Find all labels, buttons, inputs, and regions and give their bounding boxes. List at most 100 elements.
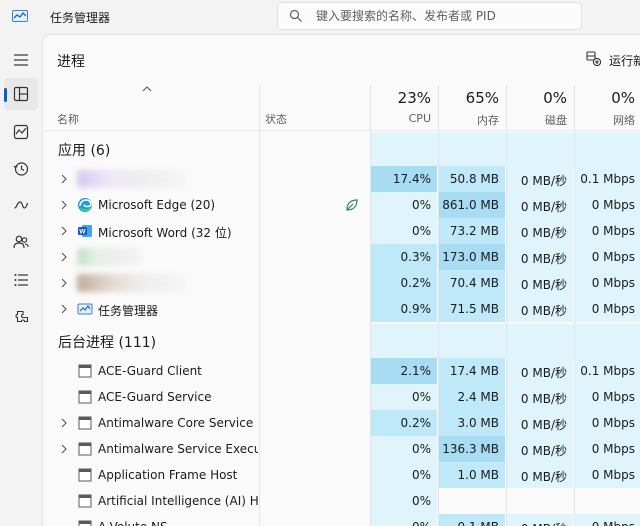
cell-net: 0 Mbps <box>574 462 640 488</box>
process-row[interactable]: Artificial Intelligence (AI) H... 0% <box>43 488 640 514</box>
process-row[interactable]: 17.4% 50.8 MB 0 MB/秒 0.1 Mbps <box>43 166 640 192</box>
cell-disk: 0 MB/秒 <box>506 244 573 270</box>
process-name: Artificial Intelligence (AI) H... <box>98 494 258 508</box>
redacted-app-name <box>77 170 185 188</box>
startup-icon <box>14 201 29 209</box>
cell-mem: 0.1 MB <box>438 514 505 526</box>
section-header[interactable]: 应用 (6) <box>58 140 110 160</box>
cell-mem: 73.2 MB <box>438 218 505 244</box>
cell-mem: 71.5 MB <box>438 296 505 322</box>
processes-icon <box>13 86 29 102</box>
process-row[interactable]: 任务管理器 0.9% 71.5 MB 0 MB/秒 0 Mbps <box>43 296 640 322</box>
hamburger-icon <box>14 54 28 66</box>
disk-total-percent: 0% <box>543 89 567 107</box>
process-name: A-Volute.NS <box>98 520 258 526</box>
column-divider <box>506 85 507 526</box>
cpu-total-percent: 23% <box>397 89 431 107</box>
users-icon <box>13 235 29 249</box>
process-row[interactable]: ACE-Guard Client 2.1% 17.4 MB 0 MB/秒 0.1 Mbp… <box>43 358 640 384</box>
nav-users[interactable] <box>4 226 38 258</box>
search-input[interactable] <box>316 6 576 26</box>
section-header-fill <box>370 132 640 166</box>
cell-mem: 1.0 MB <box>438 462 505 488</box>
process-row[interactable]: A-Volute.NS 0%0.1 MB0 MB/秒0 Mbps <box>43 514 640 526</box>
edge-icon <box>77 197 93 213</box>
cell-cpu: 0.3% <box>370 244 437 270</box>
redacted-app-name <box>77 274 185 292</box>
service-window-icon <box>77 519 93 526</box>
process-row[interactable]: Antimalware Core Service 0.2% 3.0 MB 0 MB/秒… <box>43 410 640 436</box>
cell-mem: 50.8 MB <box>438 166 505 192</box>
nav-startup[interactable] <box>4 189 38 221</box>
run-task-label: 运行新 <box>609 54 640 68</box>
efficiency-mode-leaf-icon <box>346 199 358 211</box>
chevron-right-icon[interactable] <box>61 418 67 428</box>
chevron-right-icon[interactable] <box>61 444 67 454</box>
nav-performance[interactable] <box>4 116 38 148</box>
navigation-rail <box>0 34 42 526</box>
process-row[interactable]: Application Frame Host 0% 1.0 MB 0 MB/秒 0 Mb… <box>43 462 640 488</box>
cell-cpu: 0% <box>370 192 437 218</box>
chevron-right-icon[interactable] <box>61 304 67 314</box>
column-divider <box>370 85 371 526</box>
cell-mem: 17.4 MB <box>438 358 505 384</box>
cell-cpu: 0% <box>370 436 437 462</box>
nav-app-history[interactable] <box>4 153 38 185</box>
service-window-icon <box>77 389 93 405</box>
column-name[interactable]: 名称 <box>57 111 79 127</box>
cell-cpu: 2.1% <box>370 358 437 384</box>
process-row[interactable]: ACE-Guard Service 0% 2.4 MB 0 MB/秒 0 Mbps <box>43 384 640 410</box>
cell-disk: 0 MB/秒 <box>506 270 573 296</box>
cell-cpu: 0% <box>370 488 437 514</box>
process-name: ACE-Guard Service <box>98 390 212 404</box>
column-memory[interactable]: 65% 内存 <box>438 85 505 131</box>
cell-cpu: 0% <box>370 384 437 410</box>
sort-ascending-icon[interactable] <box>142 85 152 93</box>
cell-disk: 0 MB/秒 <box>506 436 573 462</box>
column-network[interactable]: 0% 网络 <box>574 85 640 131</box>
network-total-percent: 0% <box>611 89 635 107</box>
services-icon <box>15 310 29 323</box>
cell-mem: 70.4 MB <box>438 270 505 296</box>
column-status[interactable]: 状态 <box>265 111 287 127</box>
section-header[interactable]: 后台进程 (111) <box>58 332 156 352</box>
cell-cpu: 0.9% <box>370 296 437 322</box>
cell-disk: 0 MB/秒 <box>506 384 573 410</box>
memory-total-percent: 65% <box>465 89 499 107</box>
memory-label: 内存 <box>477 114 499 127</box>
chevron-right-icon[interactable] <box>61 252 67 262</box>
word-icon: W <box>77 223 93 239</box>
chevron-right-icon[interactable] <box>61 200 67 210</box>
chevron-right-icon[interactable] <box>61 226 67 236</box>
nav-menu-button[interactable] <box>4 44 38 76</box>
process-row[interactable]: Antimalware Service Execu... 0% 136.3 MB 0 … <box>43 436 640 462</box>
window-title: 任务管理器 <box>50 11 111 25</box>
column-disk[interactable]: 0% 磁盘 <box>506 85 573 131</box>
cell-net: 0 Mbps <box>574 384 640 410</box>
nav-processes[interactable] <box>4 78 38 110</box>
cell-disk: 0 MB/秒 <box>506 410 573 436</box>
chevron-right-icon[interactable] <box>61 174 67 184</box>
search-box[interactable] <box>277 2 582 30</box>
search-icon <box>289 9 302 22</box>
process-row[interactable]: W Microsoft Word (32 位) 0% 73.2 MB 0 MB/秒 0 M… <box>43 218 640 244</box>
cell-net: 0 Mbps <box>574 218 640 244</box>
cpu-label: CPU <box>408 112 431 125</box>
process-name: Microsoft Word (32 位) <box>98 226 232 240</box>
cell-disk: 0 MB/秒 <box>506 358 573 384</box>
app-history-icon <box>13 162 29 176</box>
service-window-icon <box>77 363 93 379</box>
cell-disk <box>506 488 573 514</box>
nav-services[interactable] <box>4 302 38 334</box>
process-name: Antimalware Service Execu... <box>98 442 258 456</box>
cell-mem <box>438 488 505 514</box>
column-cpu[interactable]: 23% CPU <box>370 85 437 131</box>
cell-mem: 3.0 MB <box>438 410 505 436</box>
process-row[interactable]: Microsoft Edge (20) 0% 861.0 MB 0 MB/秒 0 Mbp… <box>43 192 640 218</box>
process-row[interactable]: 0.3% 173.0 MB 0 MB/秒 0 Mbps <box>43 244 640 270</box>
chevron-right-icon[interactable] <box>61 278 67 288</box>
process-row[interactable]: 0.2% 70.4 MB 0 MB/秒 0 Mbps <box>43 270 640 296</box>
cell-net: 0 Mbps <box>574 514 640 526</box>
cell-disk: 0 MB/秒 <box>506 462 573 488</box>
nav-details[interactable] <box>4 264 38 296</box>
